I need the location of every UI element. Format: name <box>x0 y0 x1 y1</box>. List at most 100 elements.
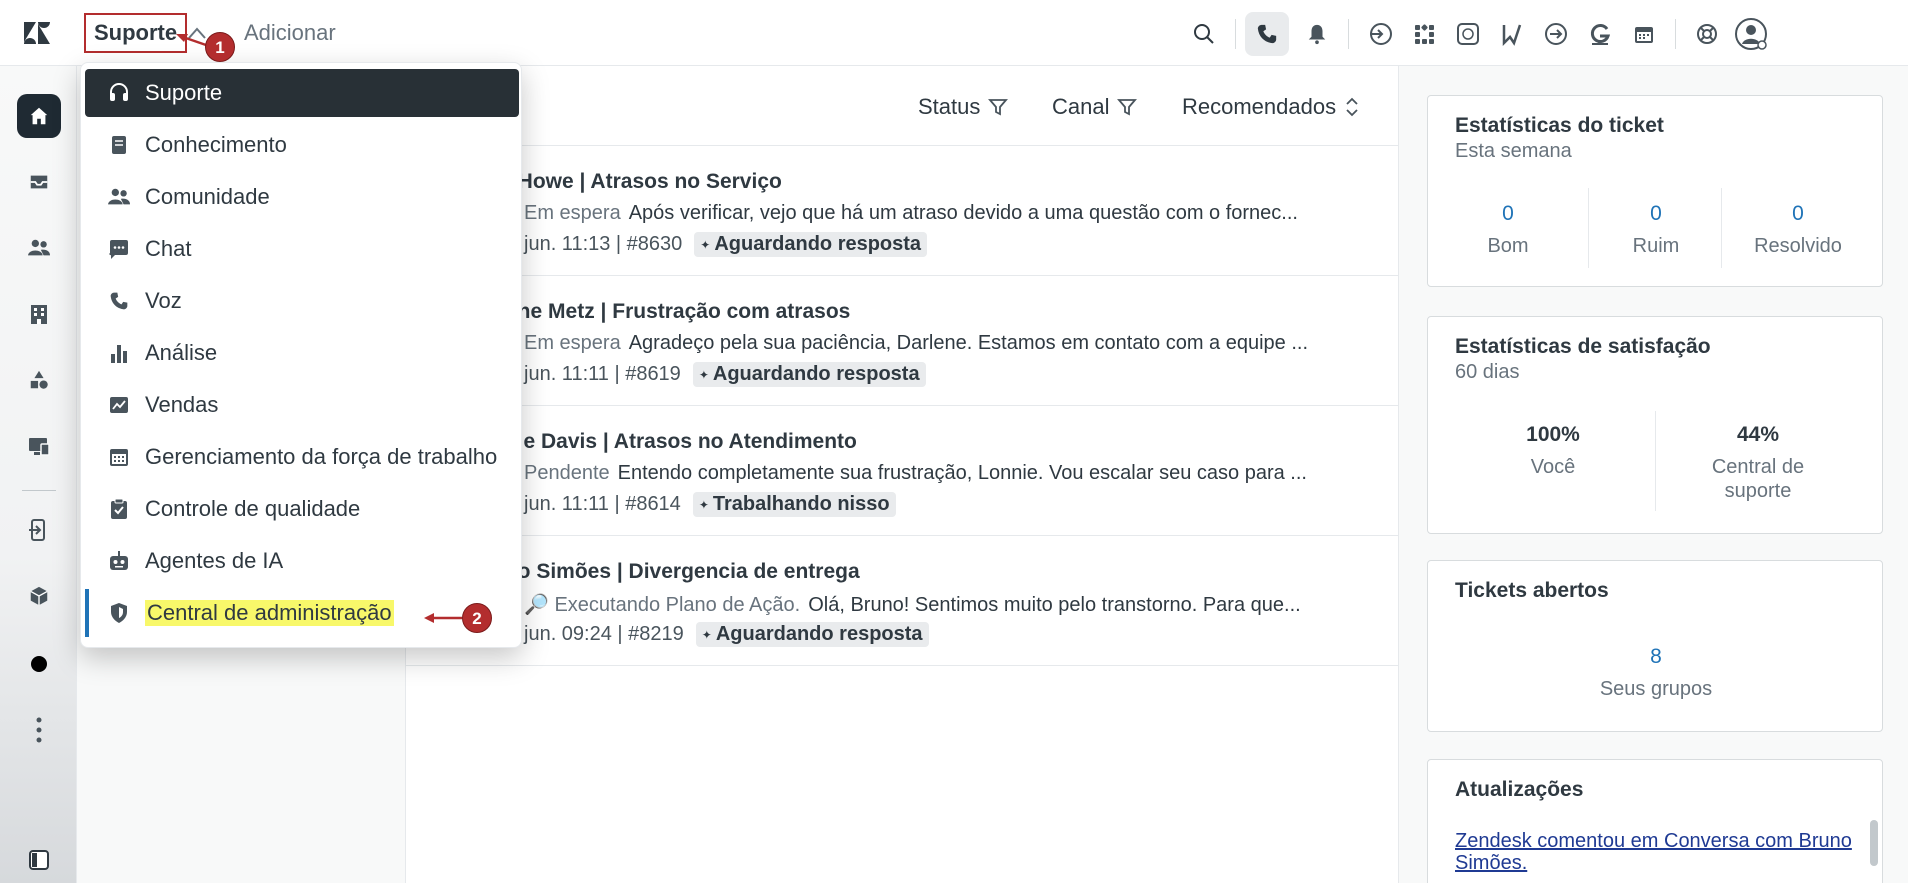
stat-good[interactable]: 0 Bom <box>1448 202 1568 258</box>
stat-your-groups[interactable]: 8 Seus grupos <box>1546 645 1766 701</box>
people-icon <box>107 185 131 209</box>
channel-filter-label: Canal <box>1052 94 1110 119</box>
ticket-meta-line: jun. 11:11 | #8614 ✦ Trabalhando nisso <box>524 492 896 517</box>
forward-app-icon[interactable] <box>1534 12 1578 56</box>
ticket-tag: ✦ Trabalhando nisso <box>692 492 896 517</box>
menu-item-label: Controle de qualidade <box>145 496 361 521</box>
bell-icon[interactable] <box>1295 12 1339 56</box>
ticket-preview-line: Em espera Após verificar, vejo que há um … <box>524 202 1384 225</box>
menu-item-label: Comunidade <box>145 184 270 209</box>
menu-item-central-administracao[interactable]: Central de administração <box>85 589 519 637</box>
menu-item-analise[interactable]: Análise <box>85 329 519 377</box>
menu-item-conhecimento[interactable]: Conhecimento <box>85 121 519 169</box>
funnel-icon <box>1117 99 1138 116</box>
more-vertical-icon[interactable] <box>17 708 61 752</box>
ticket-title: uno Simões | Divergencia de entrega <box>492 560 860 583</box>
reporting-monitor-icon[interactable] <box>17 424 61 468</box>
sparkle-icon: ✦ <box>701 627 712 642</box>
menu-item-voz[interactable]: Voz <box>85 277 519 325</box>
ticket-tag: ✦ Aguardando resposta <box>692 362 926 387</box>
users-icon[interactable] <box>17 226 61 270</box>
sparkle-icon: ✦ <box>698 497 709 512</box>
ticket-row[interactable]: rlene Metz | Frustração com atrasos Em e… <box>406 276 1398 406</box>
toggle-panel-icon[interactable] <box>17 838 61 882</box>
sort-dropdown[interactable]: Recomendados <box>1182 94 1360 120</box>
phone-icon[interactable] <box>1245 12 1289 56</box>
chevron-up-icon[interactable] <box>186 24 208 42</box>
ticket-tag-label: Trabalhando nisso <box>712 493 890 515</box>
menu-item-label: Gerenciamento da força de trabalho <box>145 444 498 469</box>
stat-label: Ruim <box>1632 235 1680 257</box>
menu-item-suporte[interactable]: Suporte <box>85 69 519 117</box>
ticket-meta: jun. 09:24 | #8219 <box>524 623 684 645</box>
shapes-objects-icon[interactable] <box>17 358 61 402</box>
card-title: Estatísticas do ticket <box>1455 114 1664 137</box>
apps-exit-icon[interactable] <box>17 508 61 552</box>
calendar-app-icon[interactable] <box>1622 12 1666 56</box>
ticket-tag: ✦ Aguardando resposta <box>694 232 928 257</box>
stat-label: Seus grupos <box>1599 678 1713 700</box>
ticket-row[interactable]: th Howe | Atrasos no Serviço Em espera Ap… <box>406 146 1398 276</box>
product-switcher-button[interactable]: Suporte <box>84 13 188 53</box>
clipboard-check-icon <box>107 497 131 521</box>
ticket-meta: jun. 11:13 | #8630 <box>524 233 683 255</box>
stats-panel: Estatísticas do ticket Esta semana 0 Bom… <box>1398 66 1908 883</box>
ticket-status: Em espera <box>524 202 621 224</box>
ticket-meta-line: jun. 11:13 | #8630 ✦ Aguardando resposta <box>524 232 928 257</box>
annotation-step-1: 1 <box>205 32 235 62</box>
package-box-icon[interactable] <box>17 574 61 618</box>
user-avatar-icon[interactable] <box>1729 12 1773 56</box>
status-filter[interactable]: Status <box>918 94 1009 120</box>
ticket-preview: Entendo completamente sua frustração, Lo… <box>617 462 1307 484</box>
sign-in-app-icon[interactable] <box>1358 12 1402 56</box>
scrollbar-thumb[interactable] <box>1870 820 1878 866</box>
whatsapp-icon[interactable] <box>1446 12 1490 56</box>
home-icon[interactable] <box>17 94 61 138</box>
inbox-icon[interactable] <box>17 160 61 204</box>
ticket-row[interactable]: nnie Davis | Atrasos no Atendimento Pend… <box>406 406 1398 536</box>
divider <box>1235 19 1236 49</box>
menu-item-label: Conhecimento <box>145 132 287 157</box>
card-title: Atualizações <box>1455 778 1584 801</box>
add-button[interactable]: Adicionar <box>244 20 336 46</box>
channel-filter[interactable]: Canal <box>1052 94 1138 120</box>
menu-item-comunidade[interactable]: Comunidade <box>85 173 519 221</box>
divider <box>1348 19 1349 49</box>
menu-item-workforce[interactable]: Gerenciamento da força de trabalho <box>85 433 519 481</box>
g-app-icon[interactable] <box>1578 12 1622 56</box>
menu-item-label: Vendas <box>145 392 219 417</box>
filter-bar: Status Canal Recomendados <box>406 66 1398 146</box>
robot-icon <box>107 549 131 573</box>
sparkle-icon: ✦ <box>700 237 711 252</box>
ticket-meta: jun. 11:11 | #8619 <box>524 363 681 385</box>
ticket-preview: Olá, Bruno! Sentimos muito pelo transtor… <box>808 594 1301 616</box>
ticket-status: 🔎 Executando Plano de Ação. <box>524 594 801 616</box>
chat-icon <box>107 237 131 261</box>
stat-solved[interactable]: 0 Resolvido <box>1728 202 1868 258</box>
zendesk-logo-icon[interactable] <box>22 20 52 46</box>
menu-item-chat[interactable]: Chat <box>85 225 519 273</box>
stat-support-center: 44% Central de suporte <box>1678 423 1838 503</box>
w-app-icon[interactable] <box>1490 12 1534 56</box>
left-navigation <box>0 66 77 883</box>
ticket-meta: jun. 11:11 | #8614 <box>524 493 681 515</box>
stat-bad[interactable]: 0 Ruim <box>1596 202 1716 258</box>
card-period: 60 dias <box>1455 361 1520 383</box>
menu-item-controle-qualidade[interactable]: Controle de qualidade <box>85 485 519 533</box>
update-link[interactable]: Zendesk comentou em Conversa com Bruno S… <box>1455 830 1855 874</box>
sort-chevrons-icon <box>1346 97 1358 117</box>
organization-building-icon[interactable] <box>17 292 61 336</box>
menu-item-agentes-ia[interactable]: Agentes de IA <box>85 537 519 585</box>
search-icon[interactable] <box>1182 12 1226 56</box>
bar-chart-icon <box>107 341 131 365</box>
help-lifebuoy-icon[interactable] <box>1685 12 1729 56</box>
apps-grid-icon[interactable] <box>1402 12 1446 56</box>
ticket-preview: Após verificar, vejo que há um atraso de… <box>628 202 1298 224</box>
ticket-row[interactable]: uno Simões | Divergencia de entrega 🔎 Ex… <box>406 536 1398 666</box>
headset-icon <box>107 81 131 105</box>
ticket-status: Em espera <box>524 332 621 354</box>
sparkle-icon: ✦ <box>698 367 709 382</box>
dot-app-icon[interactable] <box>17 642 61 686</box>
menu-item-vendas[interactable]: Vendas <box>85 381 519 429</box>
divider <box>1655 411 1656 511</box>
